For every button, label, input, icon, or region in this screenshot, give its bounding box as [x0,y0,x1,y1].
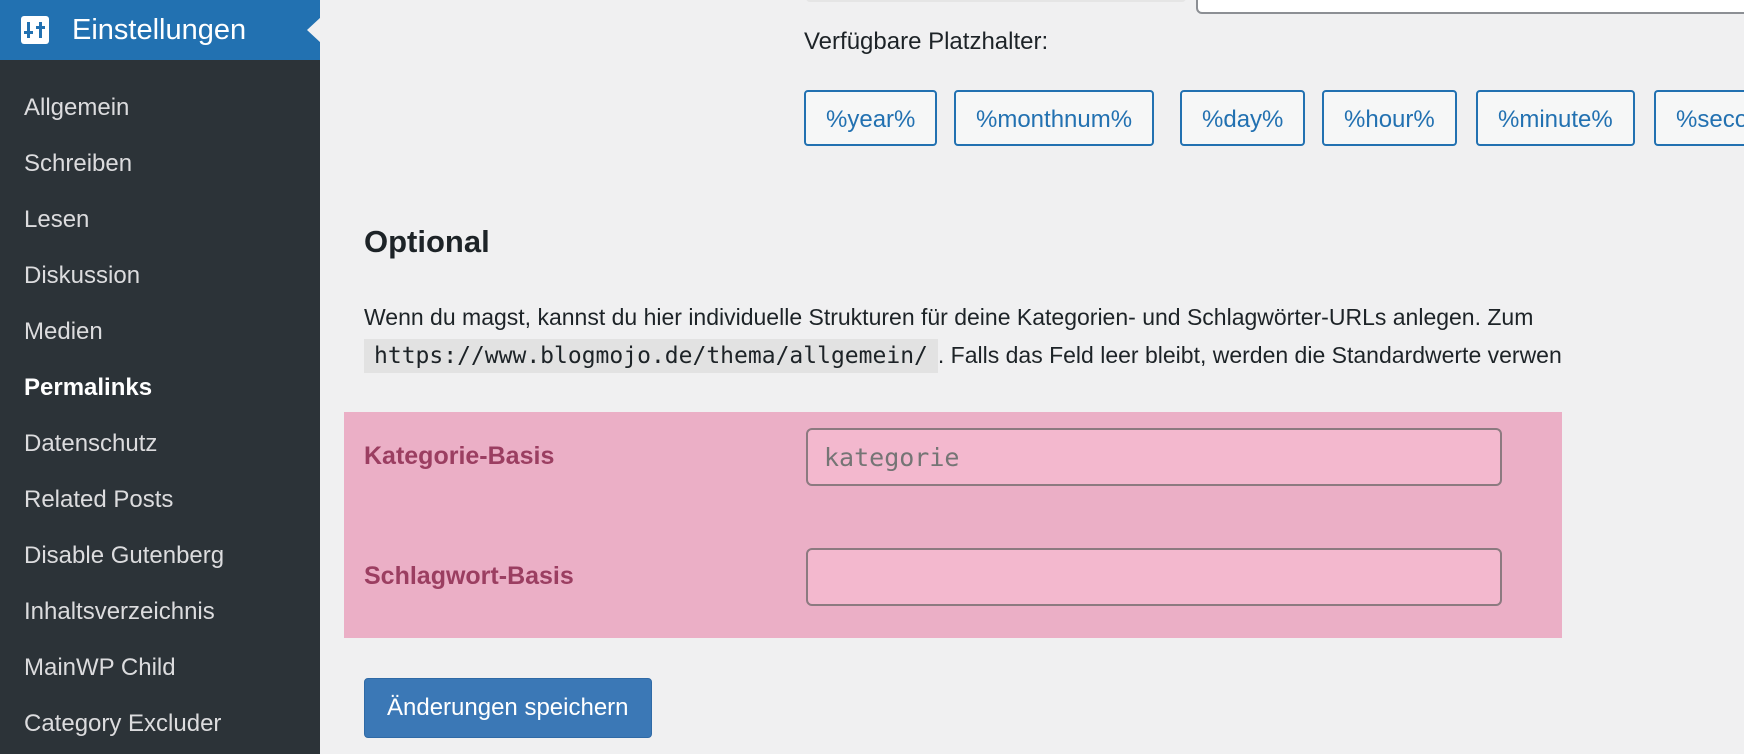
sidebar-item-allgemein[interactable]: Allgemein [0,80,320,136]
custom-structure-input[interactable] [1196,0,1744,14]
settings-icon [21,16,49,44]
category-base-label: Kategorie-Basis [364,442,555,470]
sidebar-section-title: Einstellungen [72,14,247,46]
tag-base-label: Schlagwort-Basis [364,562,574,590]
category-base-input[interactable] [806,428,1502,486]
sidebar-item-medien[interactable]: Medien [0,304,320,360]
placeholder-day-button[interactable]: %day% [1180,90,1306,146]
save-changes-button[interactable]: Änderungen speichern [364,678,652,738]
custom-structure-prefix [806,0,1186,2]
main-content: Verfügbare Platzhalter: %year% %monthnum… [320,0,1744,754]
optional-description-line1: Wenn du magst, kannst du hier individuel… [364,304,1534,330]
placeholder-year-button[interactable]: %year% [804,90,938,146]
placeholder-second-button[interactable]: %seco [1654,90,1744,146]
sidebar-item-mainwp-child[interactable]: MainWP Child [0,640,320,696]
tag-base-input[interactable] [806,548,1502,606]
sidebar-item-related-posts[interactable]: Related Posts [0,472,320,528]
placeholder-minute-button[interactable]: %minute% [1476,90,1635,146]
sidebar-item-category-excluder[interactable]: Category Excluder [0,696,320,752]
example-url-code: https://www.blogmojo.de/thema/allgemein/ [364,339,938,373]
sidebar-item-diskussion[interactable]: Diskussion [0,248,320,304]
optional-description: Wenn du magst, kannst du hier individuel… [364,298,1562,375]
sidebar-item-datenschutz[interactable]: Datenschutz [0,416,320,472]
sidebar-item-lesen[interactable]: Lesen [0,192,320,248]
placeholder-monthnum-button[interactable]: %monthnum% [954,90,1155,146]
placeholder-hour-button[interactable]: %hour% [1322,90,1457,146]
optional-description-line2: https://www.blogmojo.de/thema/allgemein/… [364,336,1562,375]
optional-description-rest: . Falls das Feld leer bleibt, werden die… [937,342,1562,368]
sidebar-section-settings[interactable]: Einstellungen [0,0,321,60]
sidebar-item-permalinks[interactable]: Permalinks [0,360,320,416]
settings-submenu: Allgemein Schreiben Lesen Diskussion Med… [0,80,320,752]
current-menu-arrow [307,17,321,43]
sidebar-item-inhaltsverzeichnis[interactable]: Inhaltsverzeichnis [0,584,320,640]
sidebar-item-schreiben[interactable]: Schreiben [0,136,320,192]
placeholders-label: Verfügbare Platzhalter: [804,28,1049,55]
sidebar-item-disable-gutenberg[interactable]: Disable Gutenberg [0,528,320,584]
section-title-optional: Optional [364,224,490,259]
admin-sidebar: Einstellungen Allgemein Schreiben Lesen … [0,0,321,754]
